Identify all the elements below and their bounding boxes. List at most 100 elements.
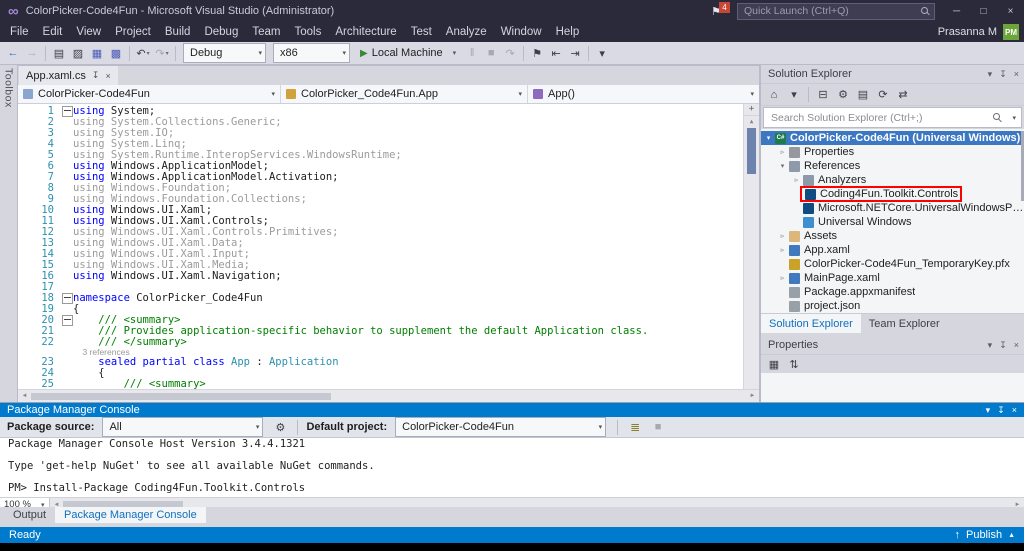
tree-item-references[interactable]: ▾References (761, 159, 1024, 173)
tree-item-universal-windows[interactable]: Universal Windows (761, 215, 1024, 229)
close-tab-icon[interactable]: × (105, 71, 110, 81)
tree-item-app-xaml[interactable]: ▹App.xaml (761, 243, 1024, 257)
collapse-arrow-icon[interactable]: ▾ (763, 134, 774, 142)
collapse-all-icon[interactable]: ⊟ (814, 86, 832, 104)
tree-item-package-appxmanifest[interactable]: Package.appxmanifest (761, 285, 1024, 299)
toolbox-tab[interactable]: Toolbox (3, 68, 15, 108)
tree-item-project-json[interactable]: project.json (761, 299, 1024, 313)
menu-build[interactable]: Build (158, 24, 198, 40)
menu-debug[interactable]: Debug (197, 24, 245, 40)
expand-arrow-icon[interactable]: ▹ (777, 232, 788, 240)
tree-item-properties[interactable]: ▹Properties (761, 145, 1024, 159)
notifications-button[interactable]: ⚑ 4 (711, 5, 721, 18)
vertical-scrollbar-thumb[interactable] (747, 128, 756, 174)
document-tab[interactable]: App.xaml.cs ↧ × (19, 66, 118, 85)
expand-arrow-icon[interactable]: ▹ (791, 176, 802, 184)
next-bookmark-icon[interactable]: ⇥ (566, 44, 584, 62)
close-icon[interactable]: × (1014, 69, 1019, 79)
step-over-icon[interactable]: ↷ (501, 44, 519, 62)
stop-debug-icon[interactable]: ■ (482, 44, 500, 62)
alphabetical-icon[interactable]: ⇅ (785, 355, 803, 373)
pin-icon[interactable]: ↧ (999, 69, 1007, 80)
pin-icon[interactable]: ↧ (92, 70, 100, 81)
split-editor-button[interactable]: + (744, 104, 759, 116)
expand-arrow-icon[interactable]: ▹ (777, 148, 788, 156)
navigate-forward-icon[interactable]: → (23, 44, 41, 62)
editor-horizontal-scrollbar[interactable]: ◄ ► (18, 389, 759, 402)
project-dropdown[interactable]: ColorPicker-Code4Fun ▾ (18, 85, 281, 103)
menu-window[interactable]: Window (494, 24, 549, 40)
minimize-button[interactable]: ─ (943, 0, 970, 22)
clear-console-button[interactable]: ≣ (626, 418, 644, 436)
tree-item-assets[interactable]: ▹Assets (761, 229, 1024, 243)
switch-views-icon[interactable]: ▾ (785, 86, 803, 104)
tree-item-coding4fun-toolkit-controls[interactable]: Coding4Fun.Toolkit.Controls (761, 187, 1024, 201)
tree-item-microsoft-netcore-universalwindowsplatform[interactable]: Microsoft.NETCore.UniversalWindowsPlatfo… (761, 201, 1024, 215)
menu-test[interactable]: Test (404, 24, 439, 40)
window-menu-icon[interactable]: ▾ (988, 340, 993, 351)
start-debugging-button[interactable]: ▶ Local Machine ▾ (354, 47, 462, 59)
default-project-dropdown[interactable]: ColorPicker-Code4Fun ▾ (395, 417, 606, 437)
menu-edit[interactable]: Edit (36, 24, 70, 40)
tree-item-mainpage-xaml[interactable]: ▹MainPage.xaml (761, 271, 1024, 285)
save-icon[interactable]: ▦ (88, 44, 106, 62)
menu-architecture[interactable]: Architecture (328, 24, 403, 40)
type-dropdown[interactable]: ColorPicker_Code4Fun.App ▾ (281, 85, 528, 103)
refresh-icon[interactable]: ⟳ (874, 86, 892, 104)
menu-help[interactable]: Help (549, 24, 587, 40)
fold-toggle[interactable] (62, 106, 73, 117)
home-icon[interactable]: ⌂ (765, 86, 783, 104)
break-all-icon[interactable]: ‖ (463, 44, 481, 62)
pin-icon[interactable]: ↧ (999, 340, 1007, 351)
expand-arrow-icon[interactable]: ▹ (777, 274, 788, 282)
tree-item-analyzers[interactable]: ▹Analyzers (761, 173, 1024, 187)
previous-bookmark-icon[interactable]: ⇤ (547, 44, 565, 62)
close-icon[interactable]: × (1014, 340, 1019, 350)
undo-icon[interactable]: ↶▾ (134, 44, 152, 62)
menu-view[interactable]: View (69, 24, 108, 40)
menu-analyze[interactable]: Analyze (439, 24, 494, 40)
publish-button[interactable]: ↑ Publish ▲ (954, 529, 1015, 541)
close-button[interactable]: × (997, 0, 1024, 22)
tab-package-manager-console[interactable]: Package Manager Console (55, 507, 206, 523)
scroll-left-icon[interactable]: ◄ (18, 393, 31, 399)
properties-icon[interactable]: ⚙ (834, 86, 852, 104)
solution-explorer-search[interactable]: ▾ (763, 107, 1022, 128)
quick-launch[interactable] (737, 3, 935, 20)
scroll-up-icon[interactable]: ▲ (750, 116, 754, 127)
show-all-files-icon[interactable]: ▤ (854, 86, 872, 104)
tab-team-explorer[interactable]: Team Explorer (861, 314, 948, 333)
console-output[interactable]: Package Manager Console Host Version 3.4… (0, 438, 1024, 497)
expand-arrow-icon[interactable]: ▹ (777, 246, 788, 254)
solution-explorer-search-input[interactable] (769, 111, 989, 125)
horizontal-scrollbar-thumb[interactable] (31, 393, 331, 400)
navigate-backward-icon[interactable]: ← (4, 44, 22, 62)
sync-with-active-document-icon[interactable]: ⇄ (894, 86, 912, 104)
user-info[interactable]: Prasanna M PM (938, 24, 1024, 40)
toolbar-options-icon[interactable]: ▾ (593, 44, 611, 62)
tab-solution-explorer[interactable]: Solution Explorer (761, 314, 861, 333)
package-source-settings-button[interactable]: ⚙ (271, 418, 289, 436)
quick-launch-input[interactable] (742, 4, 921, 18)
fold-toggle[interactable] (62, 293, 73, 304)
pin-icon[interactable]: ↧ (997, 405, 1005, 416)
fold-toggle[interactable] (62, 315, 73, 326)
save-all-icon[interactable]: ▩ (107, 44, 125, 62)
user-avatar[interactable]: PM (1003, 24, 1019, 40)
menu-file[interactable]: File (3, 24, 36, 40)
scroll-right-icon[interactable]: ► (746, 393, 759, 399)
solution-platform-dropdown[interactable]: x86 ▾ (273, 43, 350, 63)
maximize-button[interactable]: □ (970, 0, 997, 22)
window-menu-icon[interactable]: ▾ (988, 69, 993, 80)
close-icon[interactable]: × (1012, 405, 1017, 415)
new-project-icon[interactable]: ▤ (50, 44, 68, 62)
menu-team[interactable]: Team (245, 24, 287, 40)
collapse-arrow-icon[interactable]: ▾ (777, 162, 788, 170)
stop-command-button[interactable]: ■ (649, 418, 667, 436)
solution-configuration-dropdown[interactable]: Debug ▾ (183, 43, 266, 63)
categorized-icon[interactable]: ▦ (765, 355, 783, 373)
menu-project[interactable]: Project (108, 24, 158, 40)
tab-output[interactable]: Output (4, 507, 55, 523)
menu-tools[interactable]: Tools (287, 24, 328, 40)
editor-vertical-scrollbar[interactable]: + ▲ (743, 104, 759, 389)
